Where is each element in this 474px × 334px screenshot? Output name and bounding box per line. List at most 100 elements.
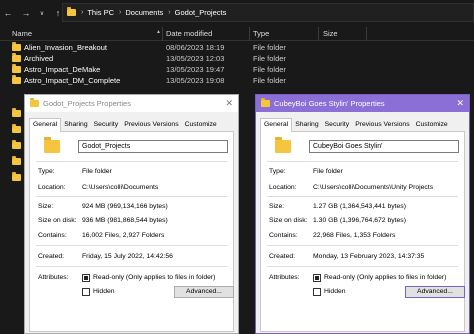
advanced-button[interactable]: Advanced... (405, 286, 465, 298)
folder-icon (275, 137, 291, 153)
file-type: File folder (253, 43, 286, 52)
dialog-title: CubeyBoi Goes Stylin' Properties (274, 99, 385, 108)
readonly-label: Read-only (Only applies to files in fold… (93, 274, 216, 281)
file-type: File folder (253, 65, 286, 74)
column-name[interactable]: Name (12, 29, 32, 38)
tab-general[interactable]: General (260, 118, 293, 132)
dialog-tabs: General Sharing Security Previous Versio… (29, 118, 234, 132)
column-date[interactable]: Date modified (166, 29, 212, 38)
type-label: Type: (38, 168, 55, 175)
tab-previous-versions[interactable]: Previous Versions (352, 119, 412, 131)
close-icon[interactable]: ✕ (225, 98, 233, 109)
tab-general[interactable]: General (29, 118, 62, 132)
chevron-down-icon[interactable]: ∨ (36, 6, 48, 20)
file-date: 13/05/2023 19:08 (166, 76, 225, 85)
divider (36, 245, 227, 246)
hidden-checkbox[interactable] (82, 288, 90, 296)
file-date: 13/05/2023 12:03 (166, 54, 225, 63)
file-date: 08/06/2023 18:19 (166, 43, 225, 52)
column-divider[interactable] (318, 27, 319, 41)
size-on-disk-value: 936 MB (981,868,544 bytes) (82, 217, 168, 224)
column-divider[interactable] (162, 27, 163, 41)
file-type: File folder (253, 54, 286, 63)
type-label: Type: (269, 168, 286, 175)
general-panel: CubeyBoi Goes Stylin' Type: File folder … (260, 132, 465, 332)
forward-arrow-icon[interactable]: → (20, 6, 32, 20)
size-label: Size: (38, 203, 54, 210)
type-value: File folder (313, 168, 343, 175)
obscured-list-items (12, 108, 21, 190)
location-label: Location: (269, 184, 297, 191)
divider (267, 266, 458, 267)
folder-icon (12, 64, 21, 73)
created-value: Monday, 13 February 2023, 14:37:35 (313, 253, 425, 260)
tab-customize[interactable]: Customize (182, 119, 220, 131)
column-divider[interactable] (366, 27, 367, 41)
list-item[interactable]: Archived 13/05/2023 12:03 File folder (0, 53, 474, 64)
file-date: 13/05/2023 19:47 (166, 65, 225, 74)
list-item[interactable]: Astro_Impact_DeMake 13/05/2023 19:47 Fil… (0, 64, 474, 75)
folder-icon (12, 124, 21, 133)
folder-icon (261, 98, 270, 107)
tab-previous-versions[interactable]: Previous Versions (121, 119, 181, 131)
close-icon[interactable]: ✕ (456, 98, 464, 109)
divider (36, 196, 227, 197)
breadcrumb-this-pc[interactable]: This PC (87, 8, 114, 17)
folder-icon (67, 7, 76, 16)
readonly-checkbox[interactable] (313, 274, 321, 282)
dialog-title: Godot_Projects Properties (43, 99, 131, 108)
folder-icon (30, 98, 39, 107)
dialog-titlebar[interactable]: CubeyBoi Goes Stylin' Properties ✕ (256, 95, 469, 112)
tab-sharing[interactable]: Sharing (292, 119, 321, 131)
hidden-checkbox[interactable] (313, 288, 321, 296)
created-label: Created: (38, 253, 65, 260)
advanced-button[interactable]: Advanced... (174, 286, 234, 298)
created-label: Created: (269, 253, 296, 260)
chevron-right-icon: › (119, 9, 122, 16)
folder-name-input[interactable]: CubeyBoi Goes Stylin' (309, 140, 459, 153)
tab-customize[interactable]: Customize (413, 119, 451, 131)
column-size[interactable]: Size (323, 29, 338, 38)
location-value: C:\Users\colli\Documents (82, 184, 159, 191)
folder-icon (12, 53, 21, 62)
back-arrow-icon[interactable]: ← (2, 6, 14, 20)
contains-value: 22,968 Files, 1,353 Folders (313, 232, 396, 239)
tab-security[interactable]: Security (91, 119, 122, 131)
sort-up-icon: ▲ (156, 29, 161, 35)
location-label: Location: (38, 184, 66, 191)
attributes-label: Attributes: (38, 274, 69, 281)
size-value: 1.27 GB (1,364,543,441 bytes) (313, 203, 406, 210)
folder-icon (12, 42, 21, 51)
type-value: File folder (82, 168, 112, 175)
breadcrumb-godot-projects[interactable]: Godot_Projects (175, 8, 227, 17)
folder-icon (12, 140, 21, 149)
folder-name-input[interactable]: Godot_Projects (78, 140, 228, 153)
tab-sharing[interactable]: Sharing (61, 119, 90, 131)
file-name: Archived (24, 54, 54, 63)
chevron-right-icon: › (168, 9, 171, 16)
tab-security[interactable]: Security (322, 119, 353, 131)
column-type[interactable]: Type (253, 29, 269, 38)
list-item[interactable]: Astro_Impact_DM_Complete 13/05/2023 19:0… (0, 75, 474, 86)
folder-icon (12, 156, 21, 165)
created-value: Friday, 15 July 2022, 14:42:56 (82, 253, 173, 260)
dialog-titlebar[interactable]: Godot_Projects Properties ✕ (25, 95, 238, 112)
file-type: File folder (253, 76, 286, 85)
folder-icon (12, 108, 21, 117)
list-item[interactable]: Alien_Invasion_Breakout 08/06/2023 18:19… (0, 42, 474, 53)
chevron-right-icon: › (81, 9, 84, 16)
address-bar[interactable]: › This PC › Documents › Godot_Projects (62, 3, 474, 22)
column-header: Name ▲ Date modified Type Size (0, 27, 474, 41)
navigation-bar: ← → ∨ ↑ › This PC › Documents › Godot_Pr… (0, 0, 474, 26)
column-divider[interactable] (249, 27, 250, 41)
dialog-tabs: General Sharing Security Previous Versio… (260, 118, 465, 132)
attributes-label: Attributes: (269, 274, 300, 281)
file-list: Alien_Invasion_Breakout 08/06/2023 18:19… (0, 42, 474, 86)
breadcrumb-documents[interactable]: Documents (125, 8, 163, 17)
divider (36, 161, 227, 162)
hidden-label: Hidden (93, 288, 115, 295)
folder-icon (12, 75, 21, 84)
location-value: C:\Users\colli\Documents\Unity Projects (313, 184, 434, 191)
readonly-checkbox[interactable] (82, 274, 90, 282)
size-on-disk-label: Size on disk: (269, 217, 308, 224)
